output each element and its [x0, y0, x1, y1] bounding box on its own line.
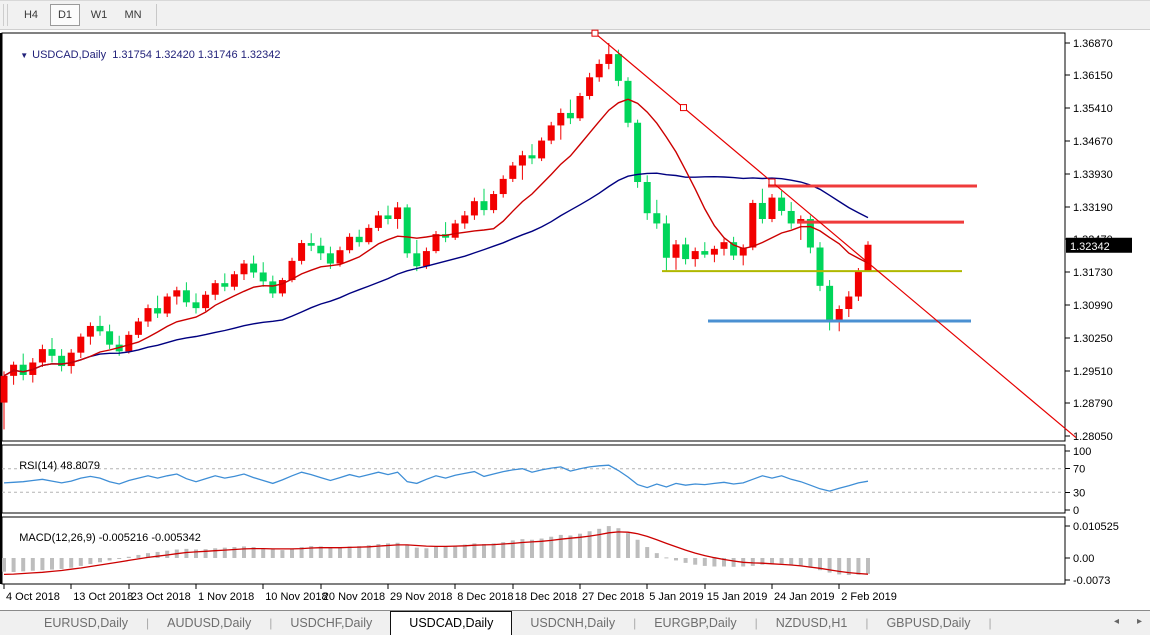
window-left-edge	[0, 33, 2, 584]
chart-tab-bar: EURUSD,Daily|AUDUSD,Daily|USDCHF,DailyUS…	[0, 610, 1150, 635]
svg-text:15 Jan 2019: 15 Jan 2019	[707, 591, 768, 603]
svg-text:1.33190: 1.33190	[1073, 202, 1113, 214]
svg-text:1.33930: 1.33930	[1073, 169, 1113, 181]
tab-scroll-left-icon[interactable]: ◂	[1114, 617, 1119, 627]
tab-scroll-buttons: ◂ ▸	[1114, 617, 1142, 627]
svg-text:70: 70	[1073, 464, 1085, 476]
tab-usdcnh-daily[interactable]: USDCNH,Daily	[512, 613, 633, 635]
svg-text:1.34670: 1.34670	[1073, 136, 1113, 148]
svg-text:13 Oct 2018: 13 Oct 2018	[73, 591, 133, 603]
date-axis[interactable]: 4 Oct 2018 13 Oct 201823 Oct 2018 1 Nov 20…	[4, 584, 897, 603]
svg-text:27 Dec 2018: 27 Dec 2018	[582, 591, 644, 603]
tab-nzdusd-h1[interactable]: NZDUSD,H1	[758, 613, 866, 635]
svg-text:1.36150: 1.36150	[1073, 70, 1113, 82]
rsi-name: RSI(14)	[19, 460, 57, 472]
svg-text:0.010525: 0.010525	[1073, 521, 1119, 533]
chart-title: ▼ USDCAD,Daily 1.31754 1.32420 1.31746 1.…	[8, 37, 280, 73]
rsi-indicator-label: RSI(14) 48.8079	[7, 448, 100, 484]
svg-text:10 Nov 2018: 10 Nov 2018	[265, 591, 327, 603]
tab-gbpusd-daily[interactable]: GBPUSD,Daily	[868, 613, 988, 635]
macd-indicator-label: MACD(12,26,9) -0.005216 -0.005342	[7, 520, 201, 556]
svg-text:-0.0073: -0.0073	[1073, 575, 1110, 587]
svg-text:18 Dec 2018: 18 Dec 2018	[515, 591, 577, 603]
svg-text:1.36870: 1.36870	[1073, 38, 1113, 50]
macd-value: -0.005216 -0.005342	[99, 532, 201, 544]
tab-usdcad-daily[interactable]: USDCAD,Daily	[390, 611, 512, 635]
tab-eurusd-daily[interactable]: EURUSD,Daily	[26, 613, 146, 635]
svg-text:24 Jan 2019: 24 Jan 2019	[774, 591, 835, 603]
svg-text:1 Nov 2018: 1 Nov 2018	[198, 591, 254, 603]
svg-text:4 Oct 2018: 4 Oct 2018	[6, 591, 60, 603]
svg-text:5 Jan 2019: 5 Jan 2019	[649, 591, 703, 603]
rsi-panel	[2, 445, 1065, 513]
svg-text:0.00: 0.00	[1073, 553, 1094, 565]
svg-text:1.30990: 1.30990	[1073, 300, 1113, 312]
trendline-handle[interactable]	[769, 179, 775, 185]
rsi-value: 48.8079	[60, 460, 100, 472]
tab-usdchf-daily[interactable]: USDCHF,Daily	[272, 613, 390, 635]
chart-title-symbol: USDCAD,Daily	[32, 49, 106, 61]
svg-text:1.28050: 1.28050	[1073, 431, 1113, 443]
tab-divider: |	[988, 613, 991, 634]
svg-text:2 Feb 2019: 2 Feb 2019	[841, 591, 897, 603]
svg-text:1.31730: 1.31730	[1073, 267, 1113, 279]
tab-audusd-daily[interactable]: AUDUSD,Daily	[149, 613, 269, 635]
macd-name: MACD(12,26,9)	[19, 532, 95, 544]
svg-text:100: 100	[1073, 446, 1091, 458]
svg-text:20 Nov 2018: 20 Nov 2018	[323, 591, 385, 603]
svg-text:1.35410: 1.35410	[1073, 103, 1113, 115]
trendline-handle[interactable]	[680, 105, 686, 111]
tab-eurgbp-daily[interactable]: EURGBP,Daily	[636, 613, 754, 635]
trendline-handle[interactable]	[592, 30, 598, 36]
svg-text:0: 0	[1073, 505, 1079, 517]
svg-text:1.32342: 1.32342	[1070, 241, 1110, 253]
terminal-window: H4D1W1MN 1.368701.361501.354101.346701.3…	[0, 0, 1150, 635]
svg-text:1.29510: 1.29510	[1073, 366, 1113, 378]
svg-text:30: 30	[1073, 487, 1085, 499]
chart-title-ohlc: 1.31754 1.32420 1.31746 1.32342	[112, 49, 280, 61]
tab-scroll-right-icon[interactable]: ▸	[1137, 617, 1142, 627]
svg-text:29 Nov 2018: 29 Nov 2018	[390, 591, 452, 603]
svg-text:1.28790: 1.28790	[1073, 398, 1113, 410]
main-chart-panel	[2, 33, 1065, 441]
current-price-badge: 1.32342	[1066, 238, 1132, 253]
svg-text:8 Dec 2018: 8 Dec 2018	[457, 591, 513, 603]
svg-text:23 Oct 2018: 23 Oct 2018	[131, 591, 191, 603]
chart-dropdown-caret[interactable]: ▼	[20, 51, 28, 60]
svg-text:1.30250: 1.30250	[1073, 333, 1113, 345]
